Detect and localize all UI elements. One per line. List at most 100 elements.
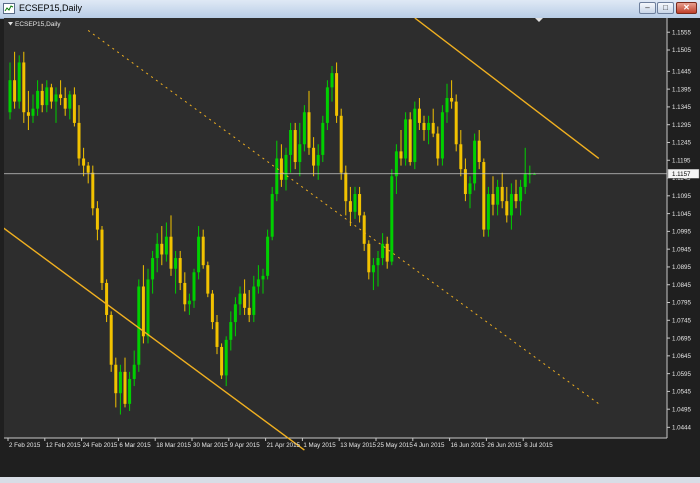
candle-body: [399, 151, 403, 159]
candle: [440, 105, 444, 166]
maximize-button[interactable]: □: [657, 2, 674, 14]
candle-body: [454, 101, 458, 145]
candle-body: [233, 304, 237, 323]
candle-body: [174, 258, 178, 269]
price-tick-label: 1.0745: [672, 317, 691, 324]
candle-body: [45, 87, 49, 106]
price-tick-label: 1.0895: [672, 264, 691, 271]
candle: [486, 186, 490, 237]
candle: [109, 311, 113, 372]
candle-body: [220, 346, 224, 376]
candle-body: [243, 293, 247, 308]
date-tick-label: 25 May 2015: [377, 442, 413, 449]
candle-body: [164, 236, 168, 255]
candle: [100, 226, 104, 291]
price-chart[interactable]: 1.1555 1.1505 1.1445 1.1395 1.1345 1.1295 1.12…: [4, 18, 700, 483]
candle-body: [49, 87, 53, 102]
candle-body: [316, 154, 320, 166]
candle: [146, 268, 150, 344]
candle-body: [8, 80, 12, 113]
candle-body: [491, 194, 495, 205]
candle-body: [394, 151, 398, 177]
candle-body: [105, 282, 109, 315]
candle-body: [404, 119, 408, 159]
candle-body: [95, 208, 99, 230]
candle-body: [86, 165, 90, 173]
candle-body: [523, 173, 527, 187]
candle-body: [201, 236, 205, 266]
date-tick-label: 4 Jun 2015: [414, 442, 445, 449]
date-tick-label: 16 Jun 2015: [451, 442, 486, 449]
price-tick-label: 1.1555: [672, 29, 691, 36]
candle-body: [40, 90, 44, 106]
date-tick-label: 1 May 2015: [303, 442, 336, 449]
candle-body: [238, 293, 242, 305]
candle: [454, 94, 458, 152]
chart-window-icon: [3, 3, 15, 14]
candle-body: [385, 243, 389, 262]
candle-body: [197, 236, 201, 273]
date-tick-label: 18 Mar 2015: [156, 442, 191, 449]
candle-body: [146, 279, 150, 337]
candle-body: [298, 144, 302, 163]
candle-body: [353, 194, 357, 212]
candle: [404, 112, 408, 166]
candle-body: [252, 286, 256, 315]
candle-body: [427, 122, 431, 131]
price-tick-label: 1.1445: [672, 69, 691, 76]
candle-body: [413, 108, 417, 163]
candle-body: [514, 194, 518, 202]
candle: [325, 80, 329, 131]
candle-body: [77, 122, 81, 159]
candle-body: [519, 186, 523, 202]
candle-body: [247, 307, 251, 315]
candle-body: [151, 258, 155, 280]
candle-body: [13, 80, 17, 102]
price-tick-label: 1.0595: [672, 371, 691, 378]
window-title-bar[interactable]: ECSEP15,Daily – □ ✕: [0, 0, 700, 19]
price-tick-label: 1.0444: [672, 425, 691, 432]
candle-body: [68, 94, 72, 109]
candle-body: [192, 272, 196, 301]
candle-body: [82, 158, 86, 166]
candle-body: [26, 112, 30, 116]
close-button[interactable]: ✕: [676, 2, 697, 14]
candle-body: [417, 108, 421, 123]
window-title: ECSEP15,Daily: [19, 3, 83, 13]
candle-body: [215, 322, 219, 347]
candle-body: [496, 186, 500, 205]
candle-body: [229, 322, 233, 340]
candle-body: [473, 140, 477, 184]
price-tick-label: 1.1195: [672, 157, 691, 164]
minimize-button[interactable]: –: [639, 2, 656, 14]
candle-body: [344, 172, 348, 202]
candle-body: [22, 62, 26, 113]
candle-body: [463, 169, 467, 195]
candle-body: [31, 108, 35, 116]
candle-body: [459, 144, 463, 170]
date-tick-label: 12 Feb 2015: [46, 442, 81, 449]
candle-body: [100, 229, 104, 283]
candle-body: [128, 378, 132, 404]
date-tick-label: 30 Mar 2015: [193, 442, 228, 449]
price-tick-label: 1.0995: [672, 229, 691, 236]
candle: [339, 108, 343, 180]
chart-label-group: ECSEP15,Daily: [8, 21, 61, 28]
candle-body: [275, 158, 279, 195]
candle-body: [137, 286, 141, 365]
candle-body: [160, 243, 164, 255]
candle-body: [279, 158, 283, 180]
candle-body: [54, 94, 58, 102]
candle-body: [371, 265, 375, 273]
candle-body: [408, 119, 412, 163]
date-tick-label: 8 Jul 2015: [524, 442, 553, 449]
price-tick-label: 1.1505: [672, 47, 691, 54]
candle: [408, 112, 412, 166]
candle-body: [376, 258, 380, 266]
candle-body: [440, 112, 444, 159]
price-tick-label: 1.0795: [672, 300, 691, 307]
candle: [137, 279, 141, 372]
candle-body: [321, 122, 325, 155]
current-price-label: 1.1157: [672, 171, 691, 178]
candle-body: [348, 201, 352, 212]
